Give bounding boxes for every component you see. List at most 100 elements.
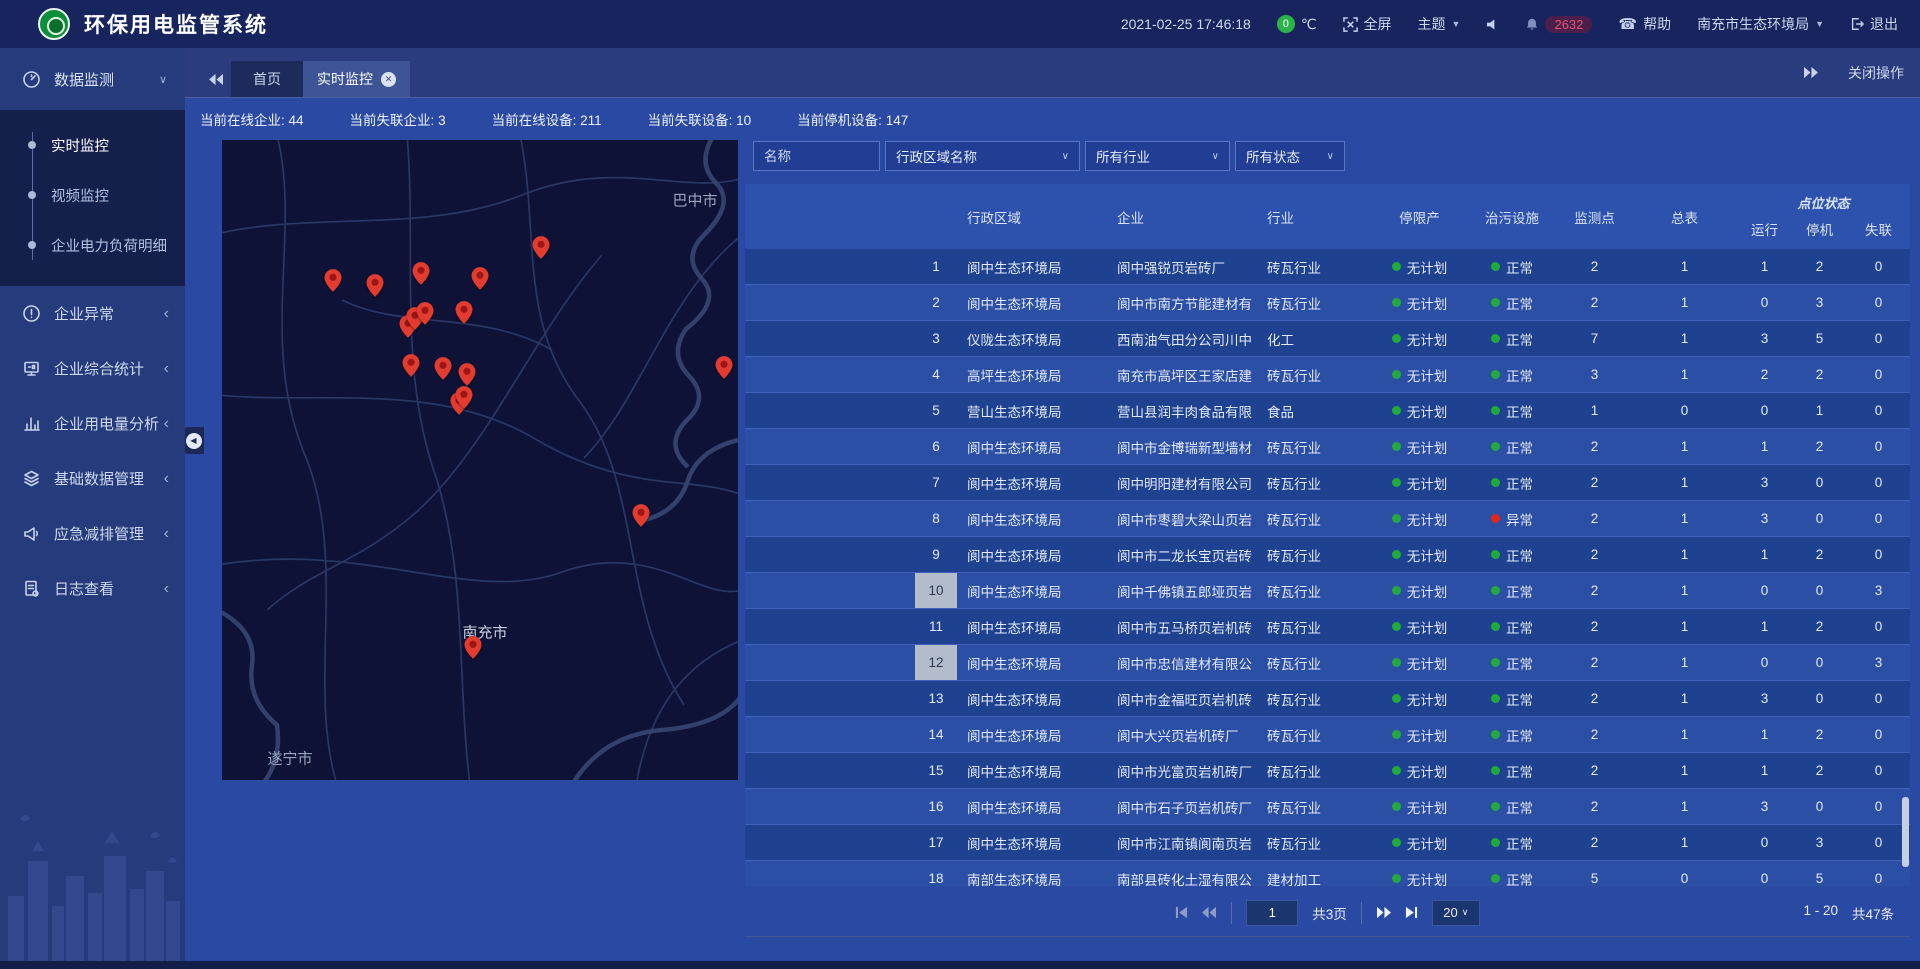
- cell-region: 阆中生态环境局: [957, 437, 1107, 457]
- table-row[interactable]: 6 阆中生态环境局 阆中市金博瑞新型墙材 砖瓦行业 无计划 正常 2 1 1 2…: [745, 429, 1910, 465]
- cell-meters: 1: [1632, 655, 1737, 670]
- theme-menu[interactable]: 主题 ▼: [1418, 14, 1461, 34]
- industry-filter-value: 所有行业: [1096, 146, 1150, 166]
- map-pin[interactable]: [633, 504, 650, 527]
- fullscreen-button[interactable]: 全屏: [1343, 14, 1392, 34]
- map-pin[interactable]: [472, 267, 489, 290]
- cell-offline: 0: [1847, 367, 1910, 382]
- table-row[interactable]: 17 阆中生态环境局 阆中市江南镇阆南页岩 砖瓦行业 无计划 正常 2 1 0 …: [745, 825, 1910, 861]
- bottom-strip: [0, 961, 1920, 969]
- map-pin[interactable]: [459, 363, 476, 386]
- col-industry: 行业: [1257, 207, 1372, 227]
- cell-region: 阆中生态环境局: [957, 293, 1107, 313]
- tab-home[interactable]: 首页: [231, 61, 303, 97]
- help-button[interactable]: ☎ 帮助: [1618, 14, 1671, 34]
- table-row[interactable]: 16 阆中生态环境局 阆中市石子页岩机砖厂 砖瓦行业 无计划 正常 2 1 3 …: [745, 789, 1910, 825]
- status-dot: [1491, 586, 1500, 595]
- sidebar-subitem[interactable]: 视频监控: [0, 170, 185, 220]
- temperature-unit: ℃: [1301, 16, 1317, 33]
- cell-offline: 0: [1847, 295, 1910, 310]
- next-page-button[interactable]: [1376, 906, 1391, 919]
- table-row[interactable]: 18 南部生态环境局 南部县砖化土湿有限公 建材加工 无计划 正常 5 0 0 …: [745, 861, 1910, 886]
- status-dot: [1491, 442, 1500, 451]
- table-row[interactable]: 1 阆中生态环境局 阆中强锐页岩砖厂 砖瓦行业 无计划 正常 2 1 1 2 0: [745, 249, 1910, 285]
- close-icon[interactable]: ✕: [381, 72, 396, 87]
- map-pin[interactable]: [465, 636, 482, 659]
- tab-realtime-monitor[interactable]: 实时监控 ✕: [303, 61, 410, 97]
- logout-button[interactable]: 退出: [1850, 14, 1898, 34]
- page-number-input[interactable]: [1246, 900, 1298, 926]
- table-row[interactable]: 4 高坪生态环境局 南充市高坪区王家店建 砖瓦行业 无计划 正常 3 1 2 2…: [745, 357, 1910, 393]
- map-pin[interactable]: [456, 301, 473, 324]
- map-pin[interactable]: [533, 236, 550, 259]
- map-pin[interactable]: [413, 262, 430, 285]
- organization-menu[interactable]: 南充市生态环境局 ▼: [1697, 14, 1824, 34]
- cell-meters: 0: [1632, 871, 1737, 886]
- sidebar-item-bar-chart[interactable]: 企业用电量分析 ‹: [0, 396, 185, 451]
- map-pin[interactable]: [435, 357, 452, 380]
- sidebar-group-data-monitor[interactable]: 数据监测 ∨: [0, 48, 185, 110]
- map-panel[interactable]: 巴中市南充市遂宁市 ◀: [222, 140, 738, 780]
- chevron-left-icon: ‹: [164, 525, 169, 543]
- map-collapse-button[interactable]: ◀: [185, 427, 204, 454]
- cell-treatment: 正常: [1467, 365, 1557, 385]
- name-filter-input[interactable]: [753, 141, 880, 171]
- table-row[interactable]: 14 阆中生态环境局 阆中大兴页岩机砖厂 砖瓦行业 无计划 正常 2 1 1 2…: [745, 717, 1910, 753]
- sidebar-item-alert-circle[interactable]: 企业异常 ‹: [0, 286, 185, 341]
- table-row[interactable]: 5 营山生态环境局 营山县润丰肉食品有限 食品 无计划 正常 1 0 0 1 0: [745, 393, 1910, 429]
- table-row[interactable]: 11 阆中生态环境局 阆中市五马桥页岩机砖 砖瓦行业 无计划 正常 2 1 1 …: [745, 609, 1910, 645]
- filter-bar: 行政区域名称 ∨ 所有行业 ∨ 所有状态 ∨: [745, 141, 1910, 171]
- prev-page-button[interactable]: [1202, 906, 1217, 919]
- divider: [1361, 902, 1362, 924]
- last-page-button[interactable]: [1405, 906, 1418, 919]
- map-pin[interactable]: [456, 386, 473, 409]
- table-row[interactable]: 15 阆中生态环境局 阆中市光富页岩机砖厂 砖瓦行业 无计划 正常 2 1 1 …: [745, 753, 1910, 789]
- table-row[interactable]: 10 阆中生态环境局 阆中千佛镇五郎垭页岩 砖瓦行业 无计划 正常 2 1 0 …: [745, 573, 1910, 609]
- cell-stop-limit: 无计划: [1372, 833, 1467, 853]
- cell-halted: 0: [1792, 475, 1847, 490]
- tabs-scroll-right-button[interactable]: [1803, 66, 1818, 79]
- status-filter-select[interactable]: 所有状态 ∨: [1235, 141, 1345, 171]
- close-operations-button[interactable]: 关闭操作: [1848, 63, 1904, 83]
- col-points: 监测点: [1557, 207, 1632, 227]
- sidebar-item-layers[interactable]: 基础数据管理 ‹: [0, 451, 185, 506]
- map-pin[interactable]: [716, 356, 733, 379]
- map-pin[interactable]: [367, 274, 384, 297]
- sidebar-item-stats-board[interactable]: 企业综合统计 ‹: [0, 341, 185, 396]
- total-items-label: 共47条: [1852, 903, 1894, 923]
- cell-treatment: 正常: [1467, 689, 1557, 709]
- status-stat: 当前在线设备: 211: [492, 109, 602, 129]
- cell-treatment: 正常: [1467, 545, 1557, 565]
- page-size-select[interactable]: 20 ∨: [1432, 900, 1480, 926]
- cell-points: 2: [1557, 547, 1632, 562]
- region-filter-value: 行政区域名称: [896, 146, 977, 166]
- col-running: 运行: [1737, 219, 1792, 239]
- map-pin[interactable]: [417, 302, 434, 325]
- industry-filter-select[interactable]: 所有行业 ∨: [1085, 141, 1230, 171]
- cell-halted: 1: [1792, 403, 1847, 418]
- table-row[interactable]: 12 阆中生态环境局 阆中市忠信建材有限公 砖瓦行业 无计划 正常 2 1 0 …: [745, 645, 1910, 681]
- cell-offline: 3: [1847, 655, 1910, 670]
- cell-offline: 3: [1847, 583, 1910, 598]
- table-row[interactable]: 8 阆中生态环境局 阆中市枣碧大梁山页岩 砖瓦行业 无计划 异常 2 1 3 0…: [745, 501, 1910, 537]
- table-row[interactable]: 2 阆中生态环境局 阆中市南方节能建材有 砖瓦行业 无计划 正常 2 1 0 3…: [745, 285, 1910, 321]
- table-row[interactable]: 3 仪陇生态环境局 西南油气田分公司川中 化工 无计划 正常 7 1 3 5 0: [745, 321, 1910, 357]
- map-pin[interactable]: [325, 269, 342, 292]
- sidebar-item-log-file[interactable]: 日志查看 ‹: [0, 561, 185, 616]
- sidebar-item-megaphone[interactable]: 应急减排管理 ‹: [0, 506, 185, 561]
- region-filter-select[interactable]: 行政区域名称 ∨: [885, 141, 1080, 171]
- table-row[interactable]: 9 阆中生态环境局 阆中市二龙长宝页岩砖 砖瓦行业 无计划 正常 2 1 1 2…: [745, 537, 1910, 573]
- cell-treatment: 正常: [1467, 257, 1557, 277]
- table-scrollbar-thumb[interactable]: [1902, 797, 1909, 867]
- table-row[interactable]: 7 阆中生态环境局 阆中明阳建材有限公司 砖瓦行业 无计划 正常 2 1 3 0…: [745, 465, 1910, 501]
- cell-treatment: 正常: [1467, 869, 1557, 887]
- sidebar-subitem[interactable]: 企业电力负荷明细: [0, 220, 185, 270]
- first-page-button[interactable]: [1175, 906, 1188, 919]
- mute-button[interactable]: [1486, 18, 1499, 31]
- tabs-scroll-left-button[interactable]: [201, 61, 231, 97]
- map-pin[interactable]: [403, 354, 420, 377]
- table-row[interactable]: 13 阆中生态环境局 阆中市金福旺页岩机砖 砖瓦行业 无计划 正常 2 1 3 …: [745, 681, 1910, 717]
- sidebar-subitem[interactable]: 实时监控: [0, 120, 185, 170]
- notifications[interactable]: 2632: [1525, 16, 1592, 33]
- point-status-group-label: 点位状态: [1737, 193, 1910, 212]
